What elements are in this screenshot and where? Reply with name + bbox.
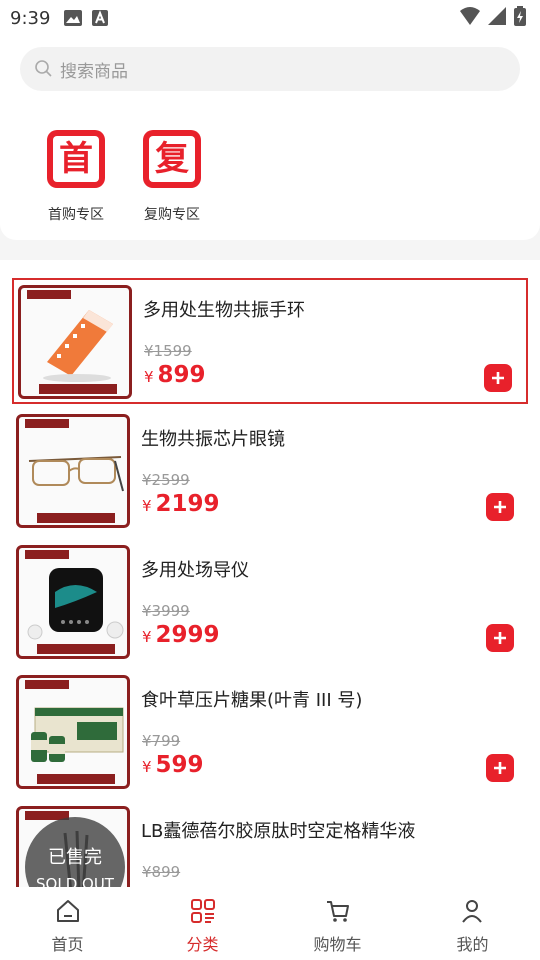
nav-home[interactable]: 首页: [0, 887, 135, 960]
original-price: ¥2599: [142, 471, 190, 489]
product-image: [16, 414, 130, 528]
product-image: [16, 545, 130, 659]
product-card[interactable]: 多用处生物共振手环 ¥1599 ¥899: [12, 278, 528, 404]
user-icon: [461, 900, 482, 923]
first-purchase-label: 首购专区: [48, 207, 104, 223]
add-to-cart-button[interactable]: [486, 493, 514, 521]
nav-mine-label: 我的: [456, 935, 489, 954]
product-list[interactable]: 多用处生物共振手环 ¥1599 ¥899 生物共振芯片眼镜 ¥2599 ¥219…: [0, 260, 540, 887]
repurchase-label: 复购专区: [144, 207, 200, 223]
plus-icon: [494, 632, 506, 644]
bottom-nav: 首页 分类 购物车 我的: [0, 887, 540, 960]
plus-icon: [494, 501, 506, 513]
status-bar: 9:39: [0, 0, 540, 36]
original-price: ¥899: [142, 863, 181, 881]
signal-icon: [488, 7, 506, 29]
product-image: [16, 675, 130, 789]
repurchase-icon: 复: [143, 130, 201, 188]
original-price: ¥3999: [142, 602, 190, 620]
add-to-cart-button[interactable]: [486, 754, 514, 782]
battery-icon: [514, 6, 526, 30]
product-name: 生物共振芯片眼镜: [141, 429, 285, 450]
nav-cart-label: 购物车: [313, 935, 362, 954]
nav-cart[interactable]: 购物车: [270, 887, 405, 960]
product-card[interactable]: 食叶草压片糖果(叶青 III 号) ¥799 ¥599: [12, 670, 528, 796]
search-placeholder: 搜索商品: [60, 61, 128, 82]
first-purchase-zone[interactable]: 首 首购专区: [31, 130, 121, 224]
nav-home-label: 首页: [51, 935, 84, 954]
product-name: LB蠹德蓓尔胶原肽时空定格精华液: [141, 821, 416, 842]
font-icon: [92, 10, 109, 26]
product-card[interactable]: 生物共振芯片眼镜 ¥2599 ¥2199: [12, 409, 528, 535]
original-price: ¥799: [142, 732, 181, 750]
sale-price: ¥899: [144, 362, 206, 388]
product-card[interactable]: 已售完 SOLD OUT LB蠹德蓓尔胶原肽时空定格精华液 ¥899: [12, 801, 528, 887]
sale-price: ¥599: [142, 752, 204, 778]
sale-price: ¥2199: [142, 491, 220, 517]
plus-icon: [494, 762, 506, 774]
add-to-cart-button[interactable]: [484, 364, 512, 392]
home-icon: [56, 900, 79, 922]
gallery-icon: [64, 10, 83, 26]
search-icon: [34, 59, 54, 79]
product-name: 多用处场导仪: [141, 560, 249, 581]
product-name: 多用处生物共振手环: [143, 300, 305, 321]
sale-price: ¥2999: [142, 622, 220, 648]
cart-icon: [326, 901, 349, 922]
product-card[interactable]: 多用处场导仪 ¥3999 ¥2999: [12, 540, 528, 666]
nav-category-label: 分类: [186, 935, 219, 954]
plus-icon: [492, 372, 504, 384]
first-purchase-icon: 首: [47, 130, 105, 188]
wifi-icon: [460, 7, 480, 29]
original-price: ¥1599: [144, 342, 192, 360]
category-icon: [190, 899, 215, 923]
top-section: 搜索商品 首 首购专区 复 复购专区: [0, 36, 540, 240]
search-bar[interactable]: 搜索商品: [20, 47, 520, 91]
product-image: 已售完 SOLD OUT: [16, 806, 130, 887]
repurchase-zone[interactable]: 复 复购专区: [127, 130, 217, 224]
nav-category[interactable]: 分类: [135, 887, 270, 960]
product-image: [18, 285, 132, 399]
product-name: 食叶草压片糖果(叶青 III 号): [141, 690, 363, 711]
status-time: 9:39: [10, 7, 51, 29]
nav-mine[interactable]: 我的: [405, 887, 540, 960]
add-to-cart-button[interactable]: [486, 624, 514, 652]
